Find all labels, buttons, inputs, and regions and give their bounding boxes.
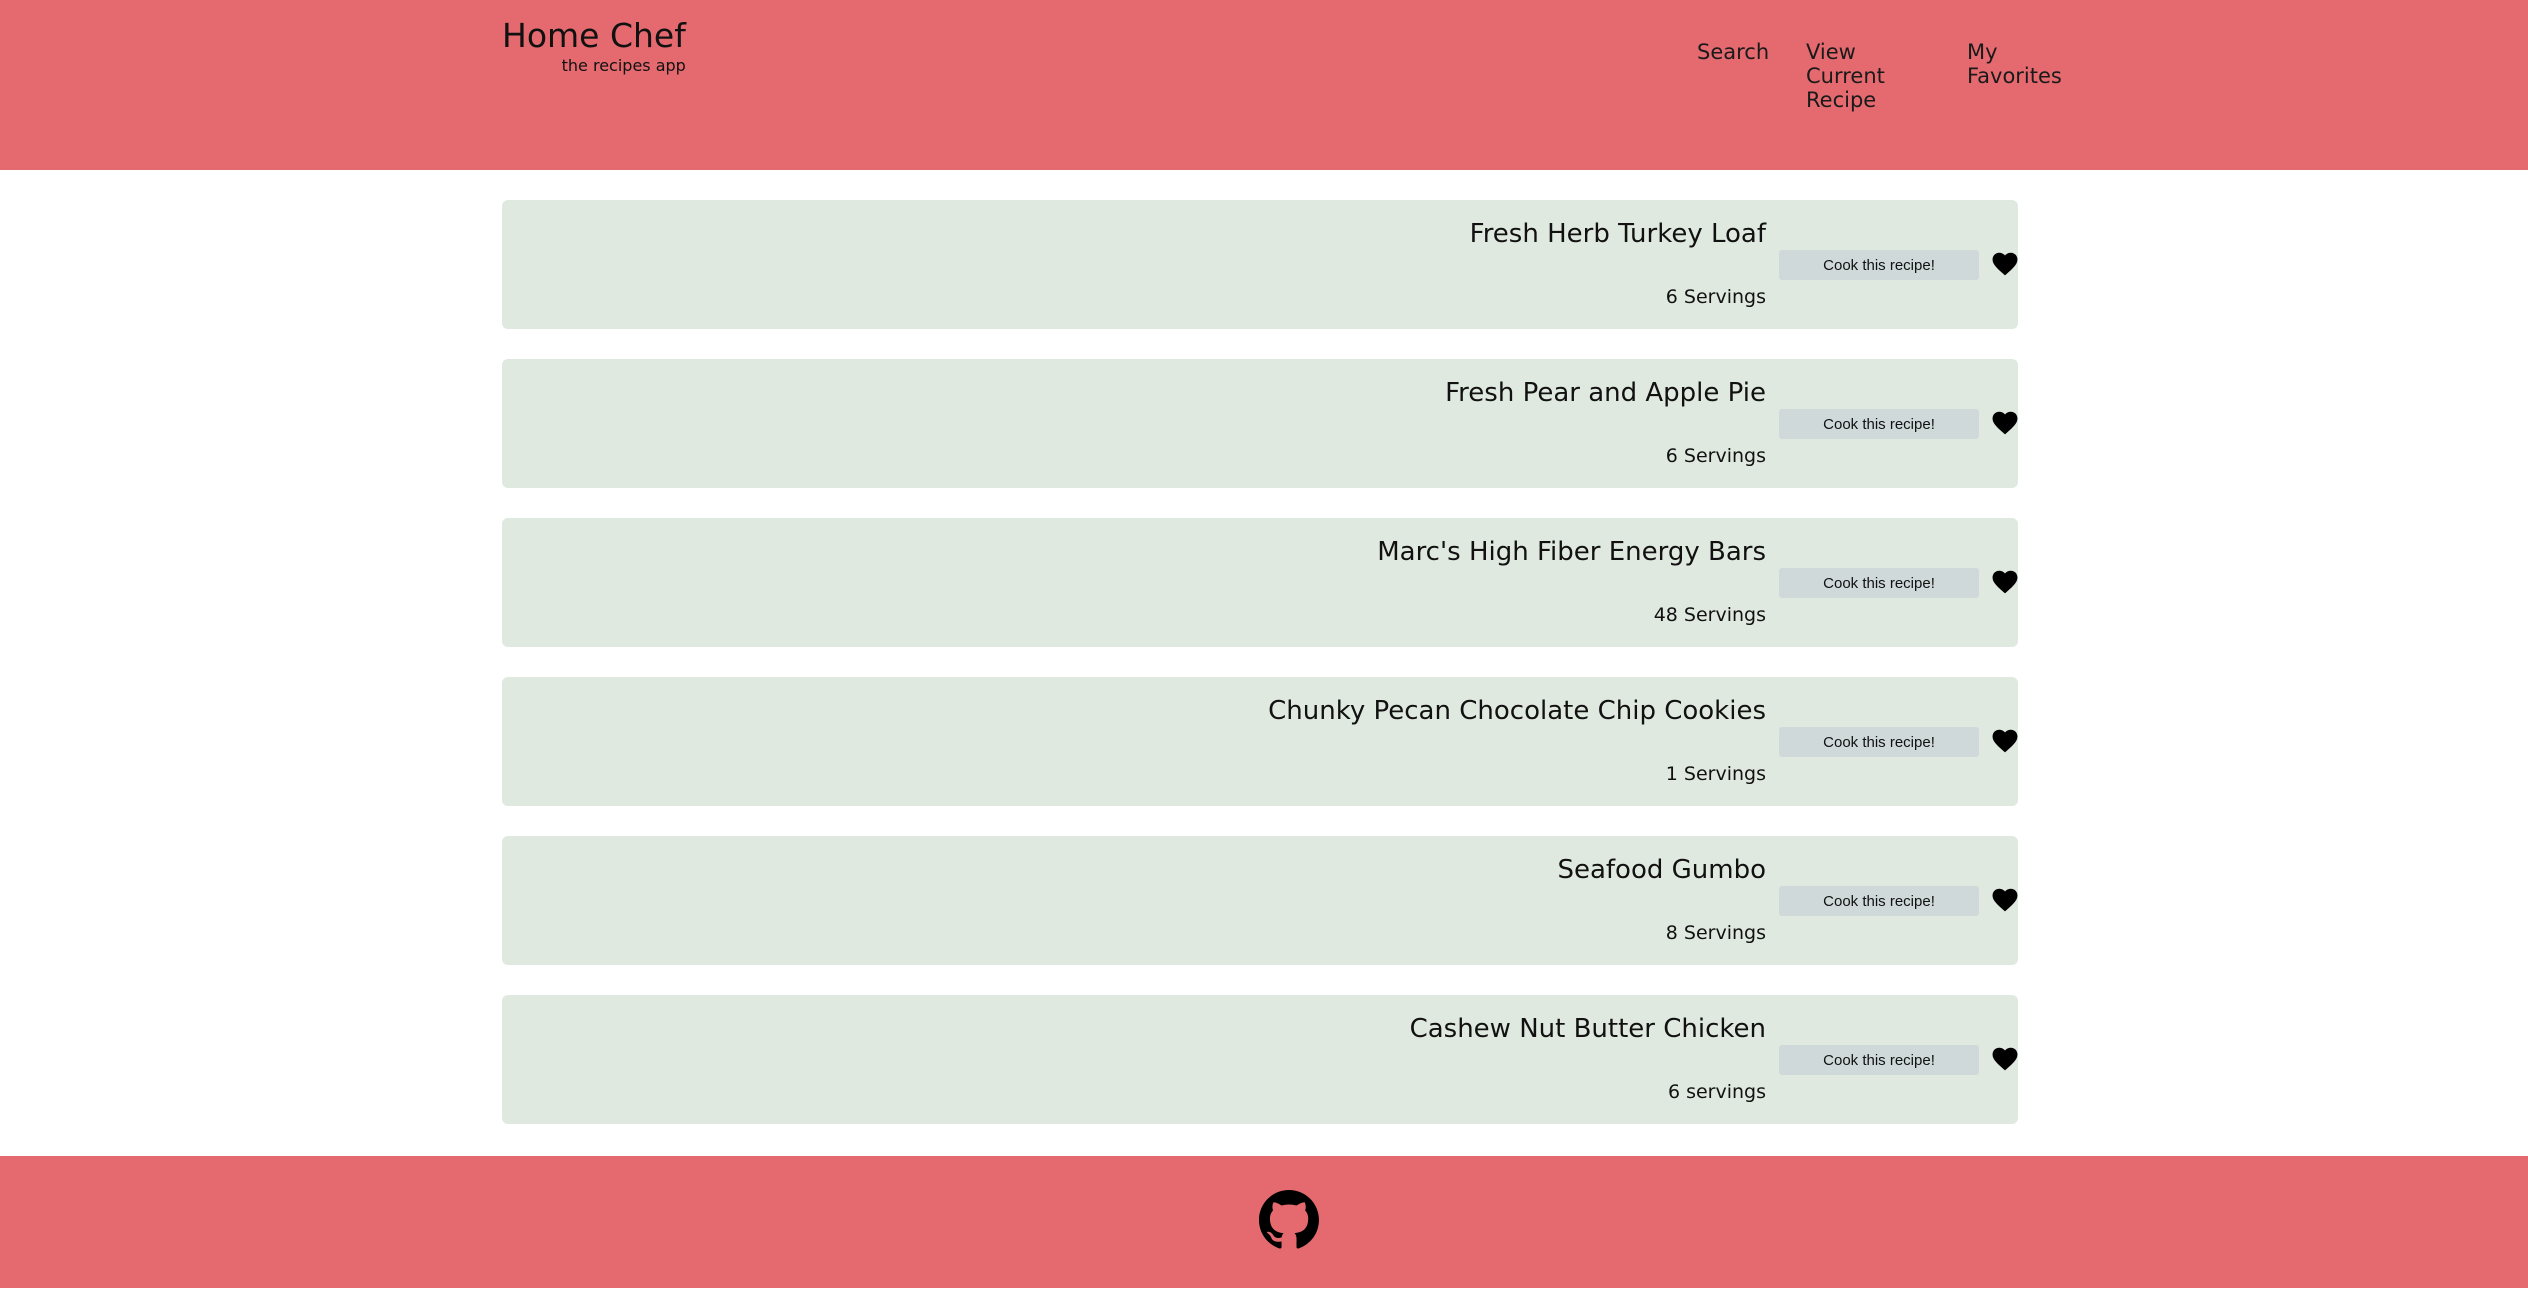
cook-recipe-button[interactable]: Cook this recipe! — [1779, 1045, 1979, 1075]
github-icon[interactable] — [1259, 1190, 1319, 1250]
heart-icon[interactable] — [1992, 570, 2018, 594]
heart-icon[interactable] — [1992, 729, 2018, 753]
site-title: Home Chef — [502, 16, 686, 55]
recipe-title: Chunky Pecan Chocolate Chip Cookies — [1268, 696, 1766, 726]
brand: Home Chef the recipes app — [502, 14, 686, 76]
recipe-card: Chunky Pecan Chocolate Chip Cookies 1 Se… — [502, 677, 2018, 806]
recipe-title: Fresh Herb Turkey Loaf — [1469, 219, 1766, 249]
recipe-card: Fresh Herb Turkey Loaf 6 Servings Cook t… — [502, 200, 2018, 329]
recipe-servings: 1 Servings — [1665, 763, 1766, 785]
recipe-title: Seafood Gumbo — [1557, 855, 1766, 885]
nav-search-link[interactable]: Search — [1697, 40, 1787, 64]
recipe-title: Cashew Nut Butter Chicken — [1409, 1014, 1766, 1044]
site-header: Home Chef the recipes app Search View Cu… — [0, 0, 2528, 170]
heart-icon[interactable] — [1992, 252, 2018, 276]
recipe-servings: 6 Servings — [1665, 286, 1766, 308]
cook-recipe-button[interactable]: Cook this recipe! — [1779, 250, 1979, 280]
recipe-list: Fresh Herb Turkey Loaf 6 Servings Cook t… — [502, 200, 2018, 1154]
site-footer — [0, 1156, 2528, 1290]
recipe-servings: 6 servings — [1667, 1081, 1766, 1103]
recipe-servings: 6 Servings — [1665, 445, 1766, 467]
recipe-card: Fresh Pear and Apple Pie 6 Servings Cook… — [502, 359, 2018, 488]
cook-recipe-button[interactable]: Cook this recipe! — [1779, 727, 1979, 757]
recipe-servings: 8 Servings — [1665, 922, 1766, 944]
site-subtitle: the recipes app — [561, 56, 686, 75]
heart-icon[interactable] — [1992, 411, 2018, 435]
recipe-title: Marc's High Fiber Energy Bars — [1377, 537, 1766, 567]
nav-current-recipe-link[interactable]: View Current Recipe — [1806, 40, 1926, 112]
recipe-title: Fresh Pear and Apple Pie — [1445, 378, 1766, 408]
cook-recipe-button[interactable]: Cook this recipe! — [1779, 886, 1979, 916]
heart-icon[interactable] — [1992, 1047, 2018, 1071]
recipe-card: Marc's High Fiber Energy Bars 48 Serving… — [502, 518, 2018, 647]
heart-icon[interactable] — [1992, 888, 2018, 912]
cook-recipe-button[interactable]: Cook this recipe! — [1779, 409, 1979, 439]
nav-favorites-link[interactable]: My Favorites — [1967, 40, 2077, 88]
recipe-card: Cashew Nut Butter Chicken 6 servings Coo… — [502, 995, 2018, 1124]
cook-recipe-button[interactable]: Cook this recipe! — [1779, 568, 1979, 598]
recipe-card: Seafood Gumbo 8 Servings Cook this recip… — [502, 836, 2018, 965]
recipe-servings: 48 Servings — [1653, 604, 1766, 626]
